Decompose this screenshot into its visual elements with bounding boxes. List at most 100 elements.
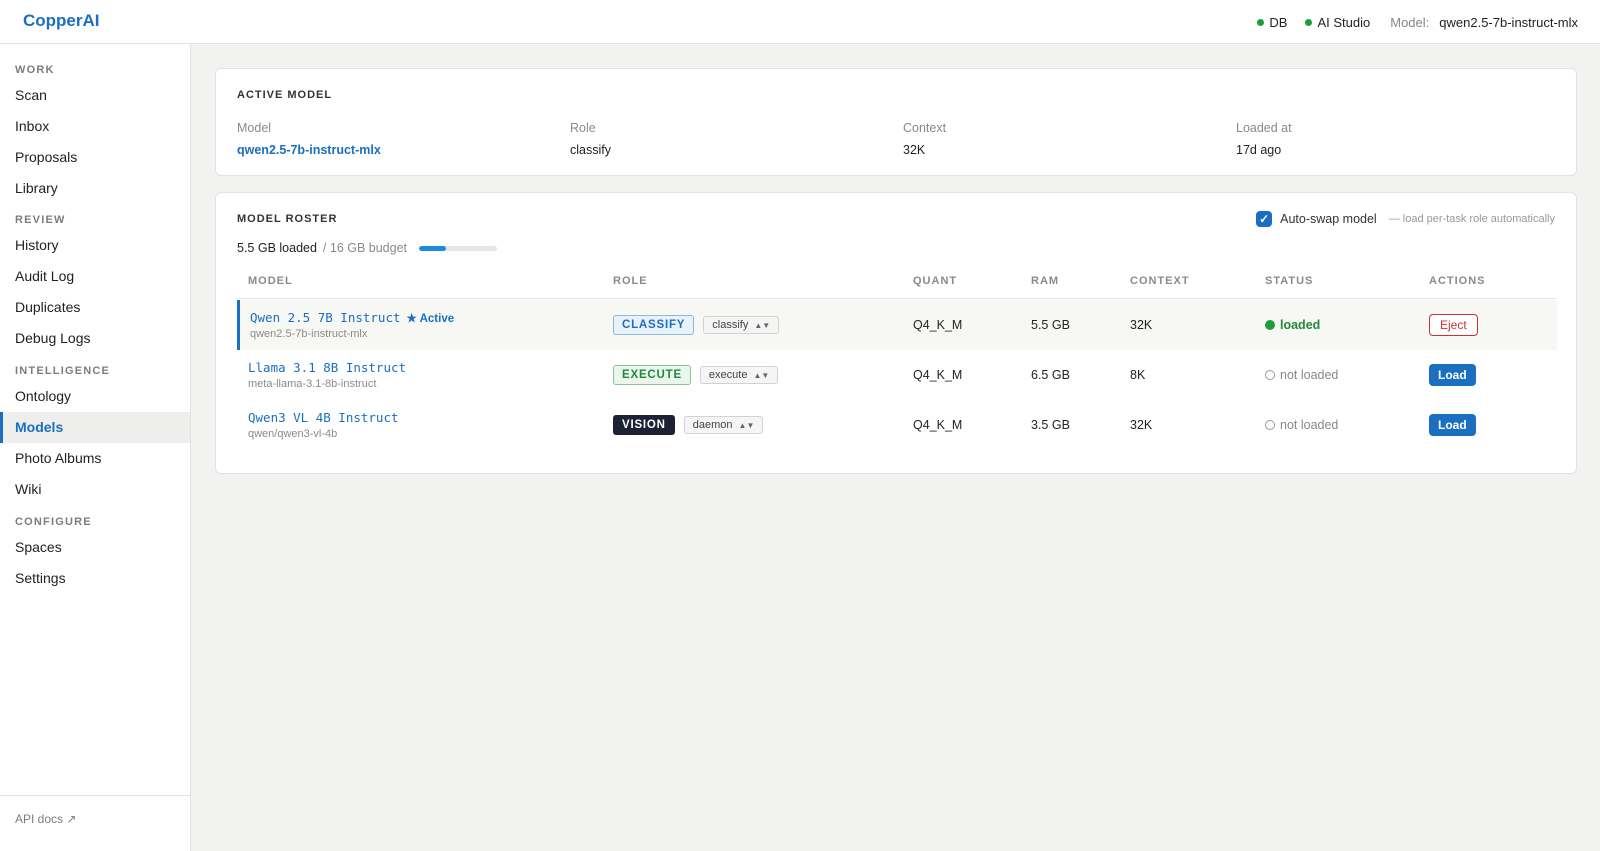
field-value: 17d ago <box>1236 143 1282 157</box>
model-cell: Llama 3.1 8B Instruct meta-llama-3.1-8b-… <box>248 350 406 400</box>
status-cell: not loaded <box>1265 400 1338 450</box>
sidebar: WORK Scan Inbox Proposals Library REVIEW… <box>0 44 191 851</box>
active-star-badge: ★ Active <box>406 312 455 325</box>
field-label: Context <box>903 121 947 135</box>
autoswap-toggle[interactable]: ✓ Auto-swap model — load per-task role a… <box>1256 211 1555 227</box>
model-cell: Qwen 2.5 7B Instruct ★ Active qwen2.5-7b… <box>250 300 454 350</box>
role-select-value: classify <box>712 319 749 331</box>
role-select-value: execute <box>708 369 748 381</box>
role-select[interactable]: execute ▲▼ <box>699 366 779 384</box>
autoswap-checkbox[interactable]: ✓ <box>1256 211 1273 227</box>
actions-cell: Eject <box>1429 300 1478 350</box>
context-cell: 32K <box>1130 418 1153 432</box>
unloaded-circle-icon <box>1265 370 1275 380</box>
column-header-quant: QUANT <box>913 275 958 287</box>
quant-cell: Q4_K_M <box>913 318 963 332</box>
loaded-dot-icon <box>1265 320 1275 330</box>
load-button[interactable]: Load <box>1429 364 1476 386</box>
status-text: loaded <box>1280 318 1321 332</box>
active-model-title: ACTIVE MODEL <box>237 89 333 101</box>
db-status-label: DB <box>1269 14 1288 30</box>
status-cell: loaded <box>1265 300 1320 350</box>
active-model-name-link[interactable]: qwen2.5-7b-instruct-mlx <box>237 143 381 157</box>
field-value: classify <box>570 143 611 157</box>
column-header-actions: ACTIONS <box>1429 275 1486 287</box>
column-header-ram: RAM <box>1031 275 1060 287</box>
model-id: qwen/qwen3-vl-4b <box>248 428 338 440</box>
autoswap-label: Auto-swap model <box>1280 212 1377 226</box>
active-model-field-context: Context 32K <box>903 121 946 157</box>
sidebar-item-library[interactable]: Library <box>0 173 190 204</box>
ai-studio-status: AI Studio <box>1305 15 1370 30</box>
active-model-field-model: Model qwen2.5-7b-instruct-mlx <box>237 121 381 157</box>
sidebar-item-wiki[interactable]: Wiki <box>0 474 190 505</box>
sidebar-item-audit-log[interactable]: Audit Log <box>0 261 190 292</box>
sidebar-item-proposals[interactable]: Proposals <box>0 142 190 173</box>
model-roster-card: MODEL ROSTER ✓ Auto-swap model — load pe… <box>215 192 1577 474</box>
load-button[interactable]: Load <box>1429 414 1476 436</box>
sidebar-item-spaces[interactable]: Spaces <box>0 532 190 563</box>
model-cell: Qwen3 VL 4B Instruct qwen/qwen3-vl-4b <box>248 400 399 450</box>
model-id: qwen2.5-7b-instruct-mlx <box>250 328 368 340</box>
roster-table-header: MODEL ROLE QUANT RAM CONTEXT STATUS ACTI… <box>237 275 1557 299</box>
quant-cell: Q4_K_M <box>913 368 963 382</box>
role-select[interactable]: daemon ▲▼ <box>683 416 764 434</box>
sidebar-item-inbox[interactable]: Inbox <box>0 111 190 142</box>
budget-progress-fill <box>419 245 446 251</box>
sidebar-item-photo-albums[interactable]: Photo Albums <box>0 443 190 474</box>
field-label: Loaded at <box>1236 121 1292 135</box>
top-bar: CopperAI DB AI Studio Model: qwen2.5-7b-… <box>0 0 1600 44</box>
select-updown-icon: ▲▼ <box>738 420 755 430</box>
active-model-card: ACTIVE MODEL Model qwen2.5-7b-instruct-m… <box>215 68 1577 176</box>
select-updown-icon: ▲▼ <box>754 320 771 330</box>
model-name-link[interactable]: Qwen 2.5 7B Instruct <box>250 310 401 325</box>
table-row: Llama 3.1 8B Instruct meta-llama-3.1-8b-… <box>237 350 1557 400</box>
role-badge: VISION <box>613 415 675 435</box>
sidebar-section-review: REVIEW <box>15 214 66 226</box>
top-model-label: Model: <box>1390 14 1430 30</box>
autoswap-hint: — load per-task role automatically <box>1388 213 1555 225</box>
sidebar-item-debug-logs[interactable]: Debug Logs <box>0 323 190 354</box>
memory-budget: 5.5 GB loaded / 16 GB budget <box>237 241 498 255</box>
sidebar-item-models[interactable]: Models <box>0 412 190 443</box>
status-text: not loaded <box>1280 368 1339 382</box>
model-name-link[interactable]: Llama 3.1 8B Instruct <box>248 360 406 375</box>
table-row: Qwen3 VL 4B Instruct qwen/qwen3-vl-4b VI… <box>237 400 1557 450</box>
field-label: Role <box>570 121 596 135</box>
role-cell: EXECUTE execute ▲▼ <box>613 350 779 400</box>
sidebar-section-work: WORK <box>15 64 55 76</box>
sidebar-section-configure: CONFIGURE <box>15 516 92 528</box>
sidebar-item-history[interactable]: History <box>0 230 190 261</box>
status-text: not loaded <box>1280 418 1339 432</box>
api-docs-link[interactable]: API docs ↗ <box>15 812 76 826</box>
model-id: meta-llama-3.1-8b-instruct <box>248 378 377 390</box>
eject-button[interactable]: Eject <box>1429 314 1478 336</box>
sidebar-item-settings[interactable]: Settings <box>0 563 190 594</box>
context-cell: 8K <box>1130 368 1146 382</box>
column-header-role: ROLE <box>613 275 648 287</box>
sidebar-item-scan[interactable]: Scan <box>0 80 190 111</box>
sidebar-item-ontology[interactable]: Ontology <box>0 381 190 412</box>
quant-cell: Q4_K_M <box>913 418 963 432</box>
table-row: Qwen 2.5 7B Instruct ★ Active qwen2.5-7b… <box>237 300 1557 350</box>
status-indicator: not loaded <box>1265 368 1338 382</box>
budget-progress-bar <box>419 245 498 251</box>
column-header-context: CONTEXT <box>1130 275 1190 287</box>
status-indicator: not loaded <box>1265 418 1338 432</box>
model-name-link[interactable]: Qwen3 VL 4B Instruct <box>248 410 399 425</box>
sidebar-footer: API docs ↗ <box>0 795 190 851</box>
role-badge: EXECUTE <box>613 365 691 385</box>
status-indicator: loaded <box>1265 318 1320 332</box>
active-model-field-role: Role classify <box>570 121 611 157</box>
brand-logo[interactable]: CopperAI <box>23 11 100 31</box>
status-cell: not loaded <box>1265 350 1338 400</box>
role-badge: CLASSIFY <box>613 315 695 335</box>
sidebar-item-duplicates[interactable]: Duplicates <box>0 292 190 323</box>
top-status-bar: DB AI Studio Model: qwen2.5-7b-instruct-… <box>1245 0 1578 44</box>
actions-cell: Load <box>1429 400 1476 450</box>
context-cell: 32K <box>1130 318 1153 332</box>
select-updown-icon: ▲▼ <box>753 370 770 380</box>
role-select[interactable]: classify ▲▼ <box>703 316 780 334</box>
model-roster-title: MODEL ROSTER <box>237 213 338 225</box>
column-header-status: STATUS <box>1265 275 1314 287</box>
